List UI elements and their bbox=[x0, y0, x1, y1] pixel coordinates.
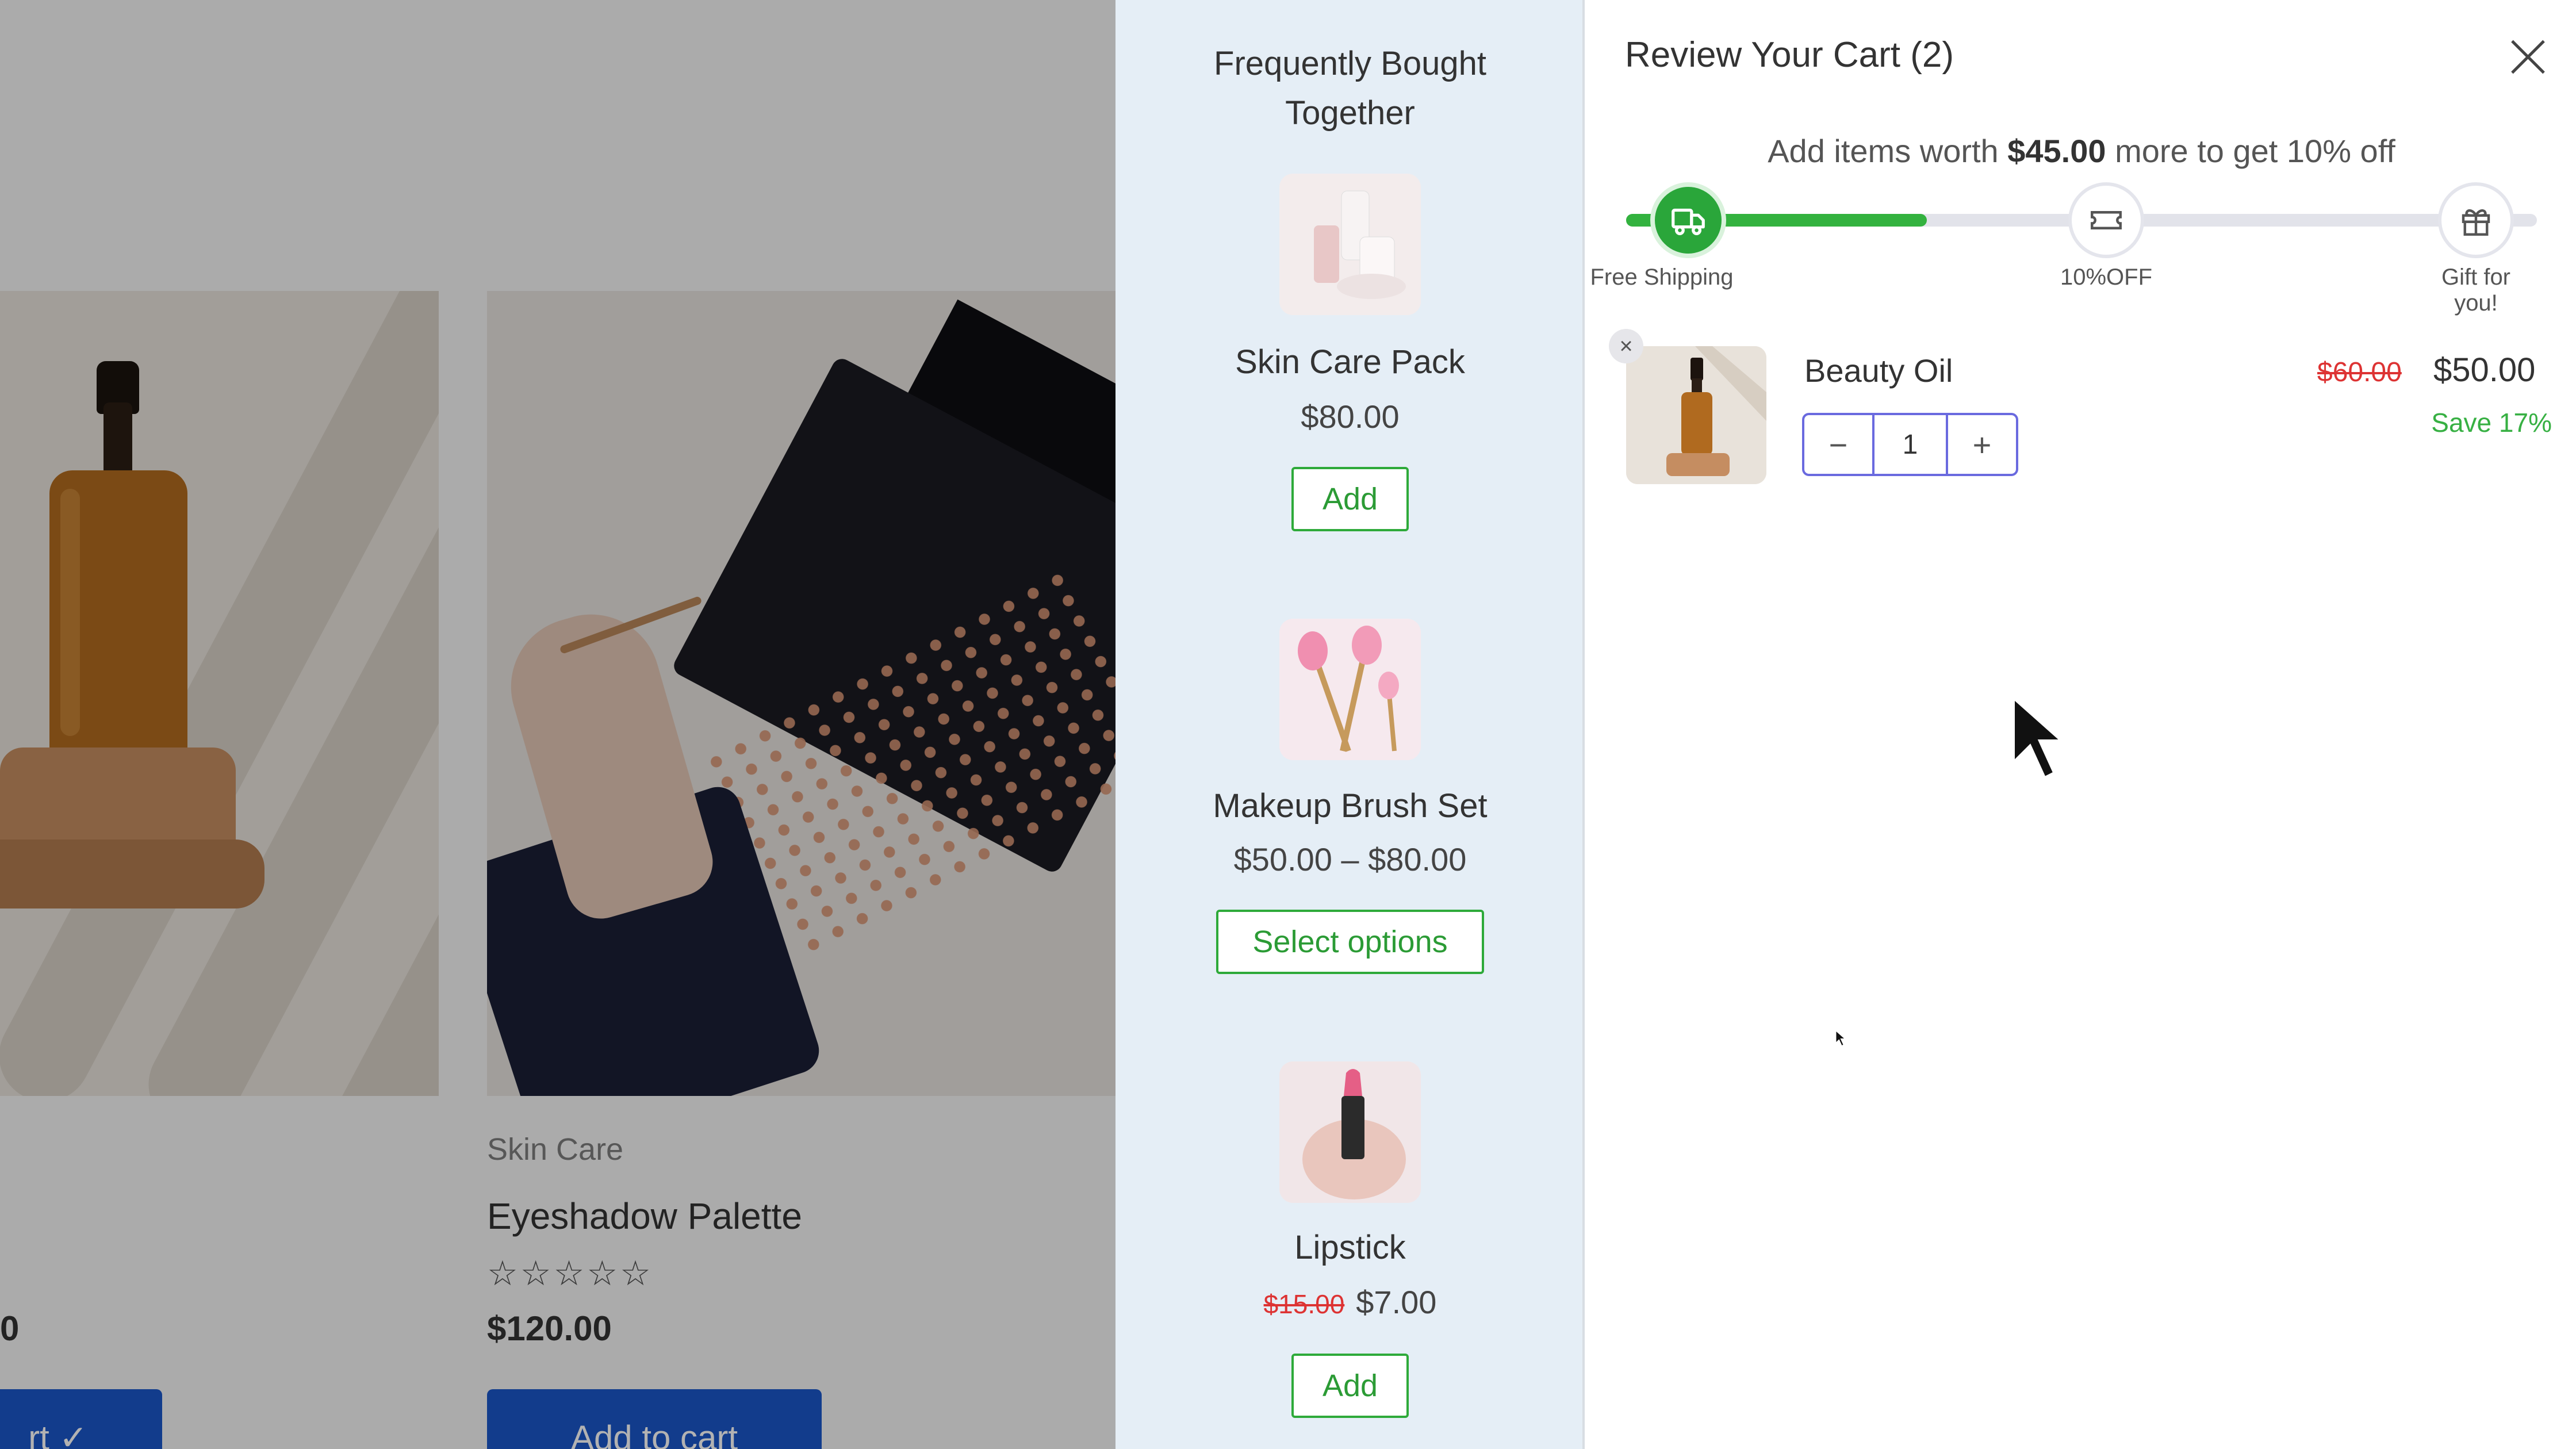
mouse-cursor-icon bbox=[1835, 1029, 1847, 1047]
storefront-background: 0 rt ✓ Skin Care Eyeshadow Palette ☆☆☆☆☆… bbox=[0, 0, 1116, 1449]
add-skin-care-pack-button[interactable]: Add bbox=[1291, 467, 1409, 531]
makeup-brush-set-thumbnail[interactable] bbox=[1279, 619, 1421, 760]
quantity-input[interactable]: 1 bbox=[1872, 415, 1948, 474]
truck-icon bbox=[1650, 182, 1726, 258]
fbt-item-name[interactable]: Makeup Brush Set bbox=[1116, 787, 1585, 825]
fbt-item-old-price: $15.00 bbox=[1263, 1289, 1345, 1319]
mouse-cursor-icon bbox=[2010, 691, 2070, 783]
cart-item-old-price: $60.00 bbox=[2317, 357, 2402, 388]
ticket-icon bbox=[2068, 182, 2144, 258]
skin-care-pack-thumbnail[interactable] bbox=[1279, 174, 1421, 315]
milestone-label: Free Shipping bbox=[1590, 264, 1734, 290]
select-options-button[interactable]: Select options bbox=[1216, 910, 1484, 974]
fbt-item-price: $15.00 $7.00 bbox=[1116, 1283, 1585, 1321]
gift-icon bbox=[2438, 182, 2514, 258]
milestone-label: 10%OFF bbox=[2060, 264, 2153, 290]
close-icon[interactable] bbox=[2504, 32, 2552, 80]
fbt-item-sale-price: $7.00 bbox=[1356, 1284, 1437, 1320]
fbt-item-name[interactable]: Skin Care Pack bbox=[1116, 343, 1585, 381]
frequently-bought-together-panel: Frequently Bought Together Skin Care Pac… bbox=[1116, 0, 1585, 1449]
modal-overlay[interactable] bbox=[0, 0, 1116, 1449]
cart-title: Review Your Cart (2) bbox=[1625, 35, 1954, 75]
fbt-title: Frequently Bought Together bbox=[1214, 45, 1486, 132]
fbt-item-price: $50.00 – $80.00 bbox=[1233, 841, 1467, 877]
add-lipstick-button[interactable]: Add bbox=[1291, 1354, 1409, 1418]
milestone-label: Gift for you! bbox=[2441, 264, 2511, 316]
decrease-quantity-button[interactable]: − bbox=[1804, 415, 1872, 474]
savings-badge: Save 17% bbox=[2431, 408, 2552, 438]
fbt-item-price: $80.00 bbox=[1301, 398, 1400, 435]
cart-item-price: $50.00 bbox=[2433, 351, 2536, 389]
cart-drawer: Review Your Cart (2) Add items worth $45… bbox=[1587, 0, 2576, 1449]
lipstick-thumbnail[interactable] bbox=[1279, 1061, 1421, 1203]
promo-message: Add items worth $45.00 more to get 10% o… bbox=[1768, 133, 2395, 169]
remove-item-icon[interactable]: × bbox=[1609, 329, 1643, 363]
quantity-stepper: − 1 + bbox=[1802, 413, 2018, 476]
beauty-oil-thumbnail[interactable] bbox=[1626, 346, 1766, 484]
increase-quantity-button[interactable]: + bbox=[1948, 415, 2016, 474]
fbt-item-name[interactable]: Lipstick bbox=[1116, 1228, 1585, 1267]
cart-item-name[interactable]: Beauty Oil bbox=[1804, 352, 1953, 389]
